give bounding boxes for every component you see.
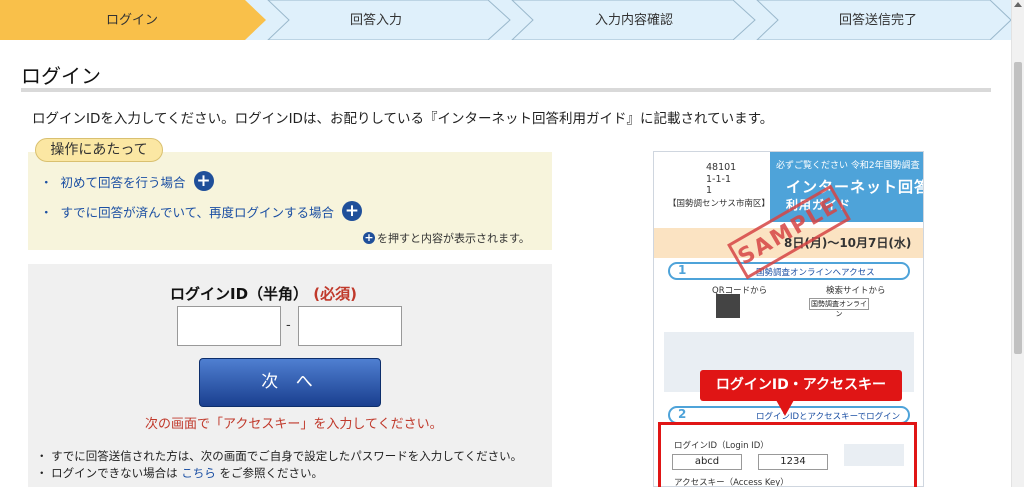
password-note: ・ すでに回答送信された方は、次の画面でご自身で設定したパスワードを入力してくだ… xyxy=(36,449,523,463)
guide-number-1: 48101 xyxy=(706,162,737,173)
guide-top-line: 必ずご覧ください 令和2年国勢調査 xyxy=(776,161,920,171)
expand-note-text: を押すと内容が表示されます。 xyxy=(377,232,530,245)
guide-title: インターネット回答 xyxy=(786,178,924,196)
bullet: ・ xyxy=(40,204,53,220)
page-title: ログイン xyxy=(21,64,101,88)
login-help-note: ・ ログインできない場合は こちら をご参照ください。 xyxy=(36,465,323,481)
guide-section-1-text: 国勢調査オンラインへアクセス xyxy=(756,268,875,278)
highlight-frame xyxy=(658,422,917,487)
relogin-link[interactable]: すでに回答が済んでいて、再度ログインする場合 xyxy=(61,202,335,221)
plus-icon[interactable]: + xyxy=(342,201,363,221)
login-id-input-1[interactable] xyxy=(177,306,281,346)
guide-section-1-number: 1 xyxy=(678,263,687,277)
plus-icon: + xyxy=(363,231,375,244)
relogin-item[interactable]: ・ すでに回答が済んでいて、再度ログインする場合 + xyxy=(40,201,363,221)
first-time-item[interactable]: ・ 初めて回答を行う場合 + xyxy=(40,171,214,191)
step-login: ログイン xyxy=(105,13,158,28)
guide-qr-code xyxy=(716,294,740,318)
first-time-link[interactable]: 初めて回答を行う場合 xyxy=(61,172,186,191)
vertical-scrollbar[interactable] xyxy=(1011,0,1024,487)
expand-note: + を押すと内容が表示されます。 xyxy=(363,230,530,246)
guide-section-1: 1 国勢調査オンラインへアクセス xyxy=(668,262,910,280)
next-screen-note: 次の画面で「アクセスキー」を入力してください。 xyxy=(145,417,443,432)
scroll-thumb[interactable] xyxy=(1014,62,1022,354)
bullet: ・ xyxy=(40,174,53,190)
login-id-label: ログインID（半角） (必須) xyxy=(170,283,357,304)
guide-number-3: 1 xyxy=(706,185,713,196)
guide-search-box: 国勢調査オンライン xyxy=(809,298,869,318)
login-id-input-2[interactable] xyxy=(298,306,402,346)
login-instruction: ログインIDを入力してください。ログインIDは、お配りしている『インターネット回… xyxy=(32,111,774,127)
next-button[interactable]: 次 へ xyxy=(199,358,381,407)
guide-district: 【国勢調センサス市南区】 xyxy=(668,199,770,209)
progress-steps: ログイン 回答入力 入力内容確認 回答送信完了 xyxy=(0,0,1011,40)
callout-arrow-icon xyxy=(776,400,794,416)
login-id-separator: - xyxy=(286,318,291,333)
required-badge: (必須) xyxy=(313,285,357,303)
title-divider xyxy=(21,88,991,92)
guide-search-label: 検索サイトから xyxy=(826,286,886,296)
login-id-accesskey-callout: ログインID・アクセスキー xyxy=(700,370,902,401)
step-complete: 回答送信完了 xyxy=(838,13,917,28)
login-id-label-text: ログインID（半角） xyxy=(170,285,309,303)
guide-number-2: 1-1-1 xyxy=(706,174,731,185)
operation-info-tab: 操作にあたって xyxy=(35,138,163,162)
login-help-post: をご参照ください。 xyxy=(219,466,323,480)
plus-icon[interactable]: + xyxy=(193,171,214,191)
scroll-up-arrow-icon[interactable] xyxy=(1014,2,1022,7)
step-confirm: 入力内容確認 xyxy=(594,13,673,28)
login-help-pre: ・ ログインできない場合は xyxy=(36,466,178,480)
step-answer-input: 回答入力 xyxy=(349,13,402,28)
guide-address-block: 48101 1-1-1 1 【国勢調センサス市南区】 xyxy=(654,152,770,222)
guide-section-2-number: 2 xyxy=(678,407,687,421)
help-link[interactable]: こちら xyxy=(181,466,216,480)
